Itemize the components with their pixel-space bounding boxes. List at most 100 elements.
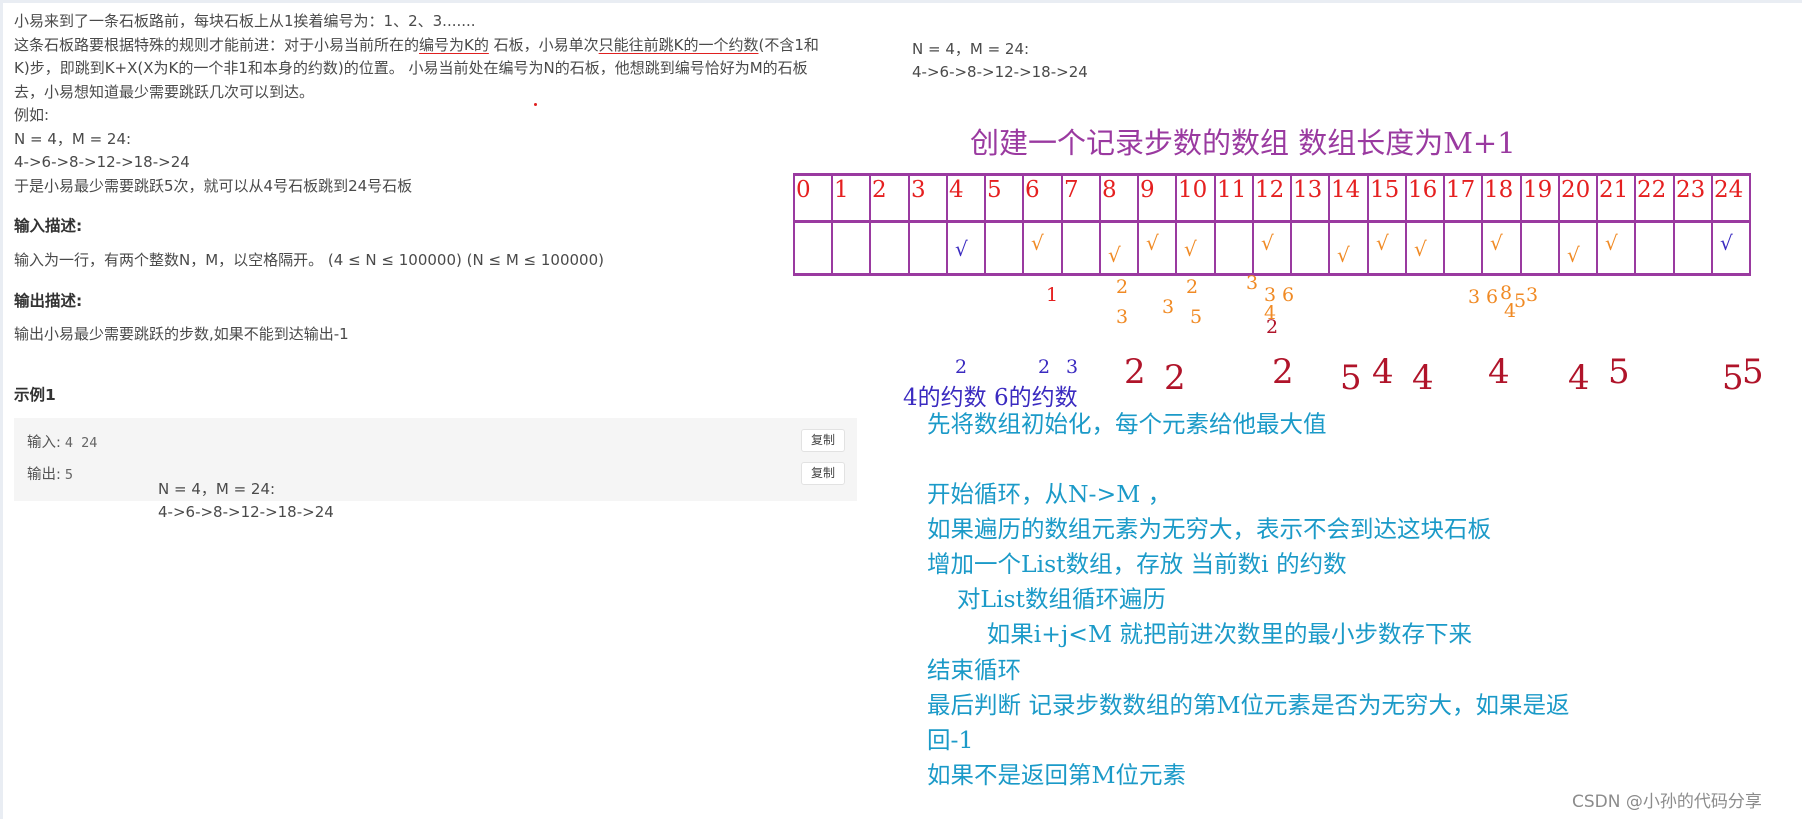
problem-text: 石板，小易单次 — [488, 35, 599, 54]
algorithm-step-line: 对List数组循环遍历 — [927, 585, 1167, 613]
step-count-mark: 4 — [1568, 358, 1590, 398]
divisor-mark: 5 — [1514, 290, 1527, 312]
array-index-label: 20 — [1561, 177, 1591, 203]
check-icon: √ — [1031, 231, 1044, 255]
grid-divider — [1481, 173, 1483, 276]
divisor-mark: 5 — [1190, 306, 1203, 328]
divisor-mark: 3 — [1526, 284, 1539, 306]
array-index-label: 19 — [1523, 177, 1553, 203]
example-output-label: 输出: — [27, 467, 61, 483]
check-icon: √ — [1414, 237, 1427, 261]
algorithm-step-line: 开始循环，从N->M ， — [927, 480, 1172, 508]
grid-divider — [1367, 173, 1369, 276]
annotation-heading: 创建一个记录步数的数组 数组长度为M+1 — [970, 126, 1516, 160]
algorithm-step-line: 如果遍历的数组元素为无穷大，表示不会到达这块石板 — [927, 515, 1491, 543]
divisor-digit: 3 — [1066, 356, 1079, 378]
grid-divider — [831, 173, 833, 276]
grid-divider — [1596, 173, 1598, 276]
grid-divider — [1558, 173, 1560, 276]
underlined-text: 编号为K的 — [419, 35, 489, 54]
divisor-mark: 6 — [1486, 286, 1499, 308]
check-icon: √ — [1108, 243, 1121, 267]
example-input-label: 输入: — [27, 435, 61, 451]
array-index-label: 10 — [1178, 177, 1208, 203]
note-line: N = 4，M = 24: — [158, 480, 276, 498]
problem-line: 4->6->8->12->18->24 — [14, 153, 190, 171]
check-icon: √ — [1605, 231, 1618, 255]
divisor-mark: 6 — [1282, 284, 1295, 306]
problem-line: 这条石板路要根据特殊的规则才能前进：对于小易当前所在的编号为K的 石板，小易单次… — [14, 34, 854, 58]
grid-divider — [1214, 173, 1216, 276]
copy-output-button[interactable]: 复制 — [801, 462, 845, 485]
check-icon: √ — [1337, 243, 1350, 267]
check-icon: √ — [1184, 237, 1197, 261]
grid-divider — [1673, 173, 1675, 276]
check-icon: √ — [1261, 231, 1274, 255]
input-desc-title: 输入描述: — [14, 217, 83, 235]
example-input-row: 输入: 4 24 — [27, 431, 97, 452]
step-count-mark: 5 — [1608, 352, 1630, 392]
grid-divider — [1634, 173, 1636, 276]
divisor-mark: 3 — [1468, 286, 1481, 308]
problem-line: 小易来到了一条石板路前，每块石板上从1挨着编号为：1、2、3....... — [14, 12, 476, 30]
example-note-left: N = 4，M = 24: 4->6->8->12->18->24 — [158, 478, 334, 524]
divisor-digit: 2 — [1038, 356, 1051, 378]
divisor-mark: 2 — [1186, 276, 1199, 298]
array-index-label: 1 — [834, 177, 849, 203]
check-icon: √ — [1376, 231, 1389, 255]
grid-divider — [908, 173, 910, 276]
grid-divider — [793, 173, 795, 276]
window-frame-left — [0, 0, 3, 819]
copy-input-button[interactable]: 复制 — [801, 429, 845, 452]
grid-divider — [1520, 173, 1522, 276]
divisor-mark: 2 — [1266, 316, 1279, 338]
example-box: 输入: 4 24 复制 输出: 5 复制 — [14, 418, 857, 501]
array-index-label: 23 — [1676, 177, 1706, 203]
step-count-mark: 4 — [1412, 358, 1434, 398]
problem-line: 例如: — [14, 106, 50, 124]
step-count-mark: 2 — [1272, 352, 1294, 392]
array-index-label: 4 — [949, 177, 964, 203]
array-index-label: 18 — [1484, 177, 1514, 203]
grid-line — [793, 173, 1749, 176]
grid-divider — [1175, 173, 1177, 276]
divisor-mark: 3 — [1162, 296, 1175, 318]
array-index-label: 16 — [1408, 177, 1438, 203]
algorithm-step-line: 如果不是返回第M位元素 — [927, 761, 1187, 789]
window-frame-top — [0, 0, 1802, 3]
note-line: 4->6->8->12->18->24 — [912, 63, 1088, 81]
step-count-mark: 5 — [1340, 358, 1362, 398]
grid-divider — [1443, 173, 1445, 276]
problem-line: 去，小易想知道最少需要跳跃几次可以到达。 — [14, 82, 315, 101]
array-index-label: 7 — [1064, 177, 1079, 203]
check-icon: √ — [955, 237, 968, 261]
array-index-label: 14 — [1331, 177, 1361, 203]
example-input-value: 4 24 — [64, 435, 98, 451]
note-line: N = 4，M = 24: — [912, 40, 1030, 58]
divisor-mark: 2 — [1116, 276, 1129, 298]
array-index-label: 21 — [1599, 177, 1629, 203]
problem-text: 这条石板路要根据特殊的规则才能前进：对于小易当前所在的 — [14, 35, 420, 54]
algorithm-step-line: 先将数组初始化，每个元素给他最大值 — [927, 410, 1327, 438]
example-title: 示例1 — [14, 386, 56, 404]
algorithm-step-line: 回-1 — [927, 726, 974, 754]
example-output-row: 输出: 5 — [27, 463, 73, 484]
red-dot-mark — [534, 103, 537, 106]
grid-divider — [1099, 173, 1101, 276]
array-index-label: 15 — [1370, 177, 1400, 203]
problem-line: N = 4，M = 24: — [14, 129, 132, 148]
grid-divider — [1252, 173, 1254, 276]
problem-text: (不含1和 — [758, 35, 819, 54]
algorithm-step-line: 结束循环 — [927, 656, 1021, 684]
example-note-right: N = 4，M = 24: 4->6->8->12->18->24 — [912, 38, 1088, 84]
grid-divider — [869, 173, 871, 276]
input-desc-text: 输入为一行，有两个整数N，M，以空格隔开。 (4 ≤ N ≤ 100000) (… — [14, 251, 604, 269]
grid-divider — [1290, 173, 1292, 276]
step-array-grid: 0 1 2 3 4 5 6 7 8 9 10 11 12 13 14 15 16 17 18 19 20 21 22 23 24… — [793, 173, 1751, 276]
array-index-label: 5 — [987, 177, 1002, 203]
array-index-label: 0 — [796, 177, 811, 203]
divisor-mark: 3 — [1116, 306, 1129, 328]
array-index-label: 2 — [872, 177, 887, 203]
array-index-label: 6 — [1025, 177, 1040, 203]
check-icon: √ — [1567, 243, 1580, 267]
